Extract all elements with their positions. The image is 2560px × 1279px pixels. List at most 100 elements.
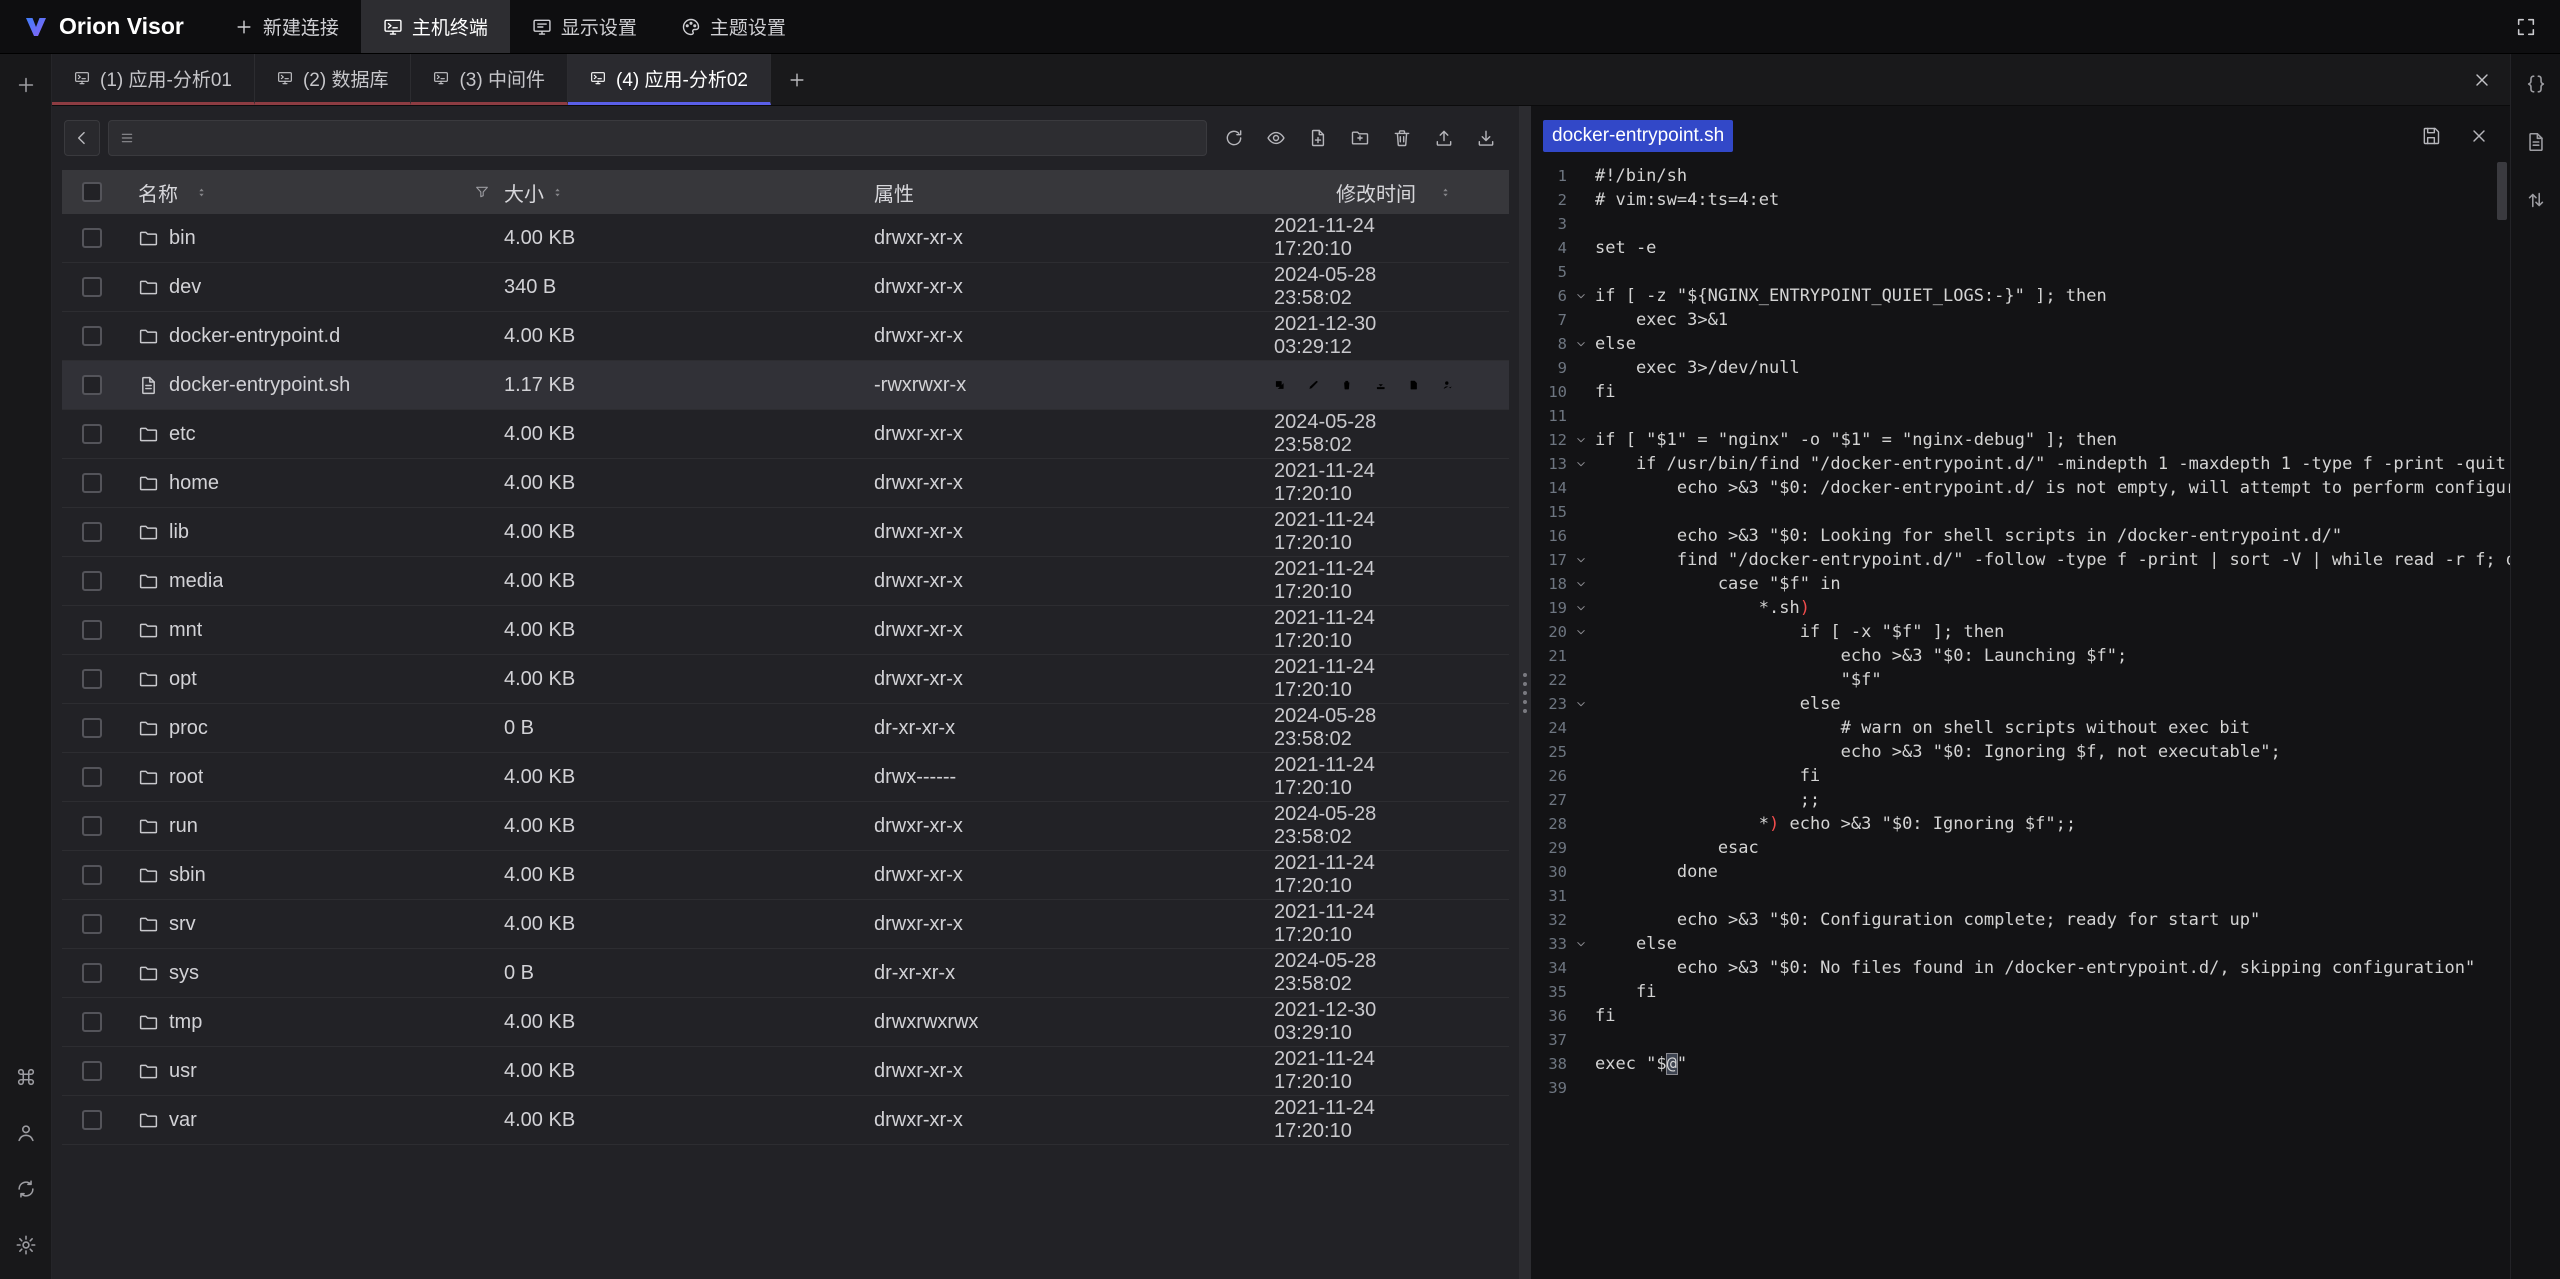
table-row[interactable]: dev 340 B drwxr-xr-x 2024-05-28 23:58:02 (62, 263, 1509, 312)
code-line[interactable]: 19 *.sh) (1531, 596, 2510, 620)
table-row[interactable]: var 4.00 KB drwxr-xr-x 2021-11-24 17:20:… (62, 1096, 1509, 1145)
code-line[interactable]: 12 if [ "$1" = "nginx" -o "$1" = "nginx-… (1531, 428, 2510, 452)
row-checkbox[interactable] (82, 326, 102, 346)
code-line[interactable]: 39 (1531, 1076, 2510, 1100)
file-name[interactable]: proc (169, 717, 208, 740)
file-name[interactable]: tmp (169, 1011, 202, 1034)
table-row[interactable]: run 4.00 KB drwxr-xr-x 2024-05-28 23:58:… (62, 802, 1509, 851)
panel-splitter[interactable] (1519, 106, 1531, 1279)
code-line[interactable]: 16 echo >&3 "$0: Looking for shell scrip… (1531, 524, 2510, 548)
table-row[interactable]: media 4.00 KB drwxr-xr-x 2021-11-24 17:2… (62, 557, 1509, 606)
row-checkbox[interactable] (82, 473, 102, 493)
fold-chevron-icon[interactable] (1567, 332, 1595, 356)
file-name[interactable]: home (169, 472, 219, 495)
table-row[interactable]: bin 4.00 KB drwxr-xr-x 2021-11-24 17:20:… (62, 214, 1509, 263)
row-checkbox[interactable] (82, 375, 102, 395)
column-size[interactable]: 大小 (504, 178, 544, 207)
sort-arrows-icon[interactable] (2518, 182, 2554, 218)
code-line[interactable]: 2 # vim:sw=4:ts=4:et (1531, 188, 2510, 212)
tab-app-analysis-02[interactable]: (4) 应用-分析02 (568, 54, 771, 105)
table-row[interactable]: srv 4.00 KB drwxr-xr-x 2021-11-24 17:20:… (62, 900, 1509, 949)
fold-chevron-icon[interactable] (1567, 572, 1595, 596)
row-checkbox[interactable] (82, 914, 102, 934)
table-row[interactable]: proc 0 B dr-xr-xr-x 2024-05-28 23:58:02 (62, 704, 1509, 753)
code-line[interactable]: 22 "$f" (1531, 668, 2510, 692)
table-row[interactable]: opt 4.00 KB drwxr-xr-x 2021-11-24 17:20:… (62, 655, 1509, 704)
tab-middleware[interactable]: (3) 中间件 (411, 54, 568, 105)
code-line[interactable]: 27 ;; (1531, 788, 2510, 812)
sort-icon[interactable] (194, 185, 209, 200)
table-row[interactable]: sys 0 B dr-xr-xr-x 2024-05-28 23:58:02 (62, 949, 1509, 998)
row-checkbox[interactable] (82, 669, 102, 689)
file-name[interactable]: lib (169, 521, 189, 544)
code-line[interactable]: 29 esac (1531, 836, 2510, 860)
code-line[interactable]: 24 # warn on shell scripts without exec … (1531, 716, 2510, 740)
code-line[interactable]: 13 if /usr/bin/find "/docker-entrypoint.… (1531, 452, 2510, 476)
move-icon[interactable] (1408, 375, 1420, 395)
file-name[interactable]: etc (169, 423, 196, 446)
code-line[interactable]: 28 *) echo >&3 "$0: Ignoring $f";; (1531, 812, 2510, 836)
delete-button[interactable] (1383, 120, 1421, 156)
table-row[interactable]: tmp 4.00 KB drwxrwxrwx 2021-12-30 03:29:… (62, 998, 1509, 1047)
file-name[interactable]: docker-entrypoint.sh (169, 374, 350, 397)
tab-app-analysis-01[interactable]: (1) 应用-分析01 (52, 54, 255, 105)
settings-icon[interactable] (8, 1227, 44, 1263)
code-line[interactable]: 20 if [ -x "$f" ]; then (1531, 620, 2510, 644)
table-row[interactable]: usr 4.00 KB drwxr-xr-x 2021-11-24 17:20:… (62, 1047, 1509, 1096)
close-editor-button[interactable] (2462, 119, 2496, 153)
row-checkbox[interactable] (82, 816, 102, 836)
close-panel-button[interactable] (2454, 54, 2510, 105)
table-row[interactable]: root 4.00 KB drwx------ 2021-11-24 17:20… (62, 753, 1509, 802)
back-button[interactable] (64, 120, 100, 156)
editor-filename[interactable]: docker-entrypoint.sh (1543, 120, 1733, 152)
code-line[interactable]: 36 fi (1531, 1004, 2510, 1028)
code-line[interactable]: 14 echo >&3 "$0: /docker-entrypoint.d/ i… (1531, 476, 2510, 500)
fullscreen-icon[interactable] (2508, 9, 2544, 45)
code-line[interactable]: 3 (1531, 212, 2510, 236)
code-line[interactable]: 33 else (1531, 932, 2510, 956)
table-row[interactable]: home 4.00 KB drwxr-xr-x 2021-11-24 17:20… (62, 459, 1509, 508)
file-name[interactable]: mnt (169, 619, 202, 642)
document-icon[interactable] (2518, 124, 2554, 160)
table-row[interactable]: lib 4.00 KB drwxr-xr-x 2021-11-24 17:20:… (62, 508, 1509, 557)
file-name[interactable]: bin (169, 227, 196, 250)
fold-chevron-icon[interactable] (1567, 548, 1595, 572)
plus-icon[interactable] (8, 67, 44, 103)
row-checkbox[interactable] (82, 228, 102, 248)
save-button[interactable] (2414, 119, 2448, 153)
new-folder-button[interactable] (1341, 120, 1379, 156)
row-checkbox[interactable] (82, 963, 102, 983)
add-tab-button[interactable] (771, 54, 823, 105)
tab-database[interactable]: (2) 数据库 (255, 54, 412, 105)
filter-funnel-icon[interactable] (474, 184, 490, 200)
select-all-checkbox[interactable] (82, 182, 102, 202)
fold-chevron-icon[interactable] (1567, 284, 1595, 308)
command-icon[interactable] (8, 1059, 44, 1095)
row-checkbox[interactable] (82, 718, 102, 738)
code-line[interactable]: 26 fi (1531, 764, 2510, 788)
sort-icon[interactable] (550, 185, 565, 200)
code-line[interactable]: 30 done (1531, 860, 2510, 884)
file-name[interactable]: sys (169, 962, 199, 985)
code-line[interactable]: 10 fi (1531, 380, 2510, 404)
sort-icon[interactable] (1438, 185, 1453, 200)
code-line[interactable]: 7 exec 3>&1 (1531, 308, 2510, 332)
nav-item-new-connection[interactable]: 新建连接 (212, 0, 361, 53)
fold-chevron-icon[interactable] (1567, 620, 1595, 644)
code-line[interactable]: 9 exec 3>/dev/null (1531, 356, 2510, 380)
table-row[interactable]: etc 4.00 KB drwxr-xr-x 2024-05-28 23:58:… (62, 410, 1509, 459)
braces-icon[interactable] (2518, 66, 2554, 102)
file-name[interactable]: opt (169, 668, 197, 691)
preview-button[interactable] (1257, 120, 1295, 156)
table-row[interactable]: sbin 4.00 KB drwxr-xr-x 2021-11-24 17:20… (62, 851, 1509, 900)
row-checkbox[interactable] (82, 571, 102, 591)
fold-chevron-icon[interactable] (1567, 596, 1595, 620)
row-checkbox[interactable] (82, 1012, 102, 1032)
code-line[interactable]: 1 #!/bin/sh (1531, 164, 2510, 188)
code-line[interactable]: 21 echo >&3 "$0: Launching $f"; (1531, 644, 2510, 668)
upload-button[interactable] (1425, 120, 1463, 156)
code-line[interactable]: 32 echo >&3 "$0: Configuration complete;… (1531, 908, 2510, 932)
row-checkbox[interactable] (82, 767, 102, 787)
fold-chevron-icon[interactable] (1567, 932, 1595, 956)
table-row[interactable]: docker-entrypoint.d 4.00 KB drwxr-xr-x 2… (62, 312, 1509, 361)
